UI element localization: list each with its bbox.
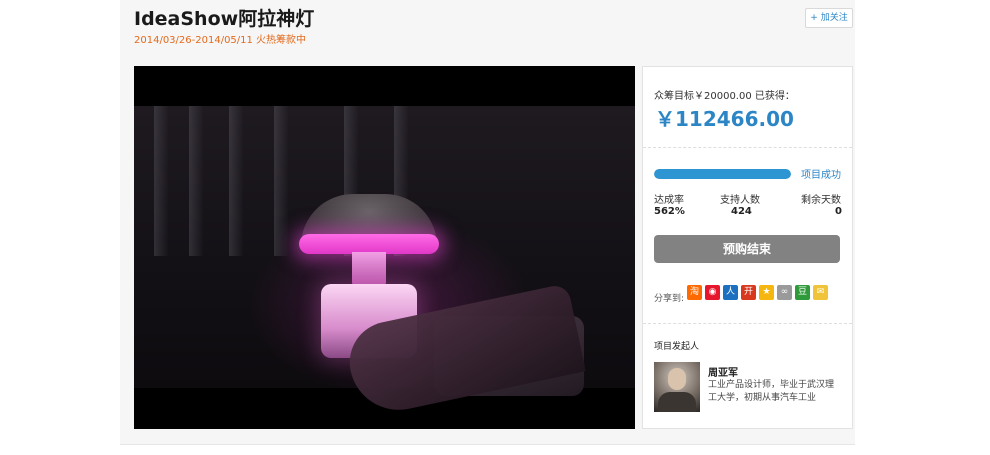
funding-progress-bar bbox=[654, 169, 791, 179]
project-video[interactable] bbox=[134, 66, 635, 429]
stat-label-rate: 达成率 bbox=[654, 195, 684, 206]
funding-progress-fill bbox=[654, 169, 791, 179]
creator-section-title: 项目发起人 bbox=[654, 342, 700, 352]
link-icon[interactable]: ∞ bbox=[777, 285, 792, 300]
taobao-icon[interactable]: 淘 bbox=[687, 285, 702, 300]
project-dates-status: 2014/03/26-2014/05/11 火热筹款中 bbox=[134, 35, 307, 46]
weibo-icon[interactable]: ◉ bbox=[705, 285, 720, 300]
funding-goal: 众筹目标￥20000.00 已获得： bbox=[654, 91, 795, 102]
renren-icon[interactable]: 人 bbox=[723, 285, 738, 300]
stat-value-rate: 562% bbox=[654, 206, 685, 217]
stat-value-days-left: 0 bbox=[835, 206, 842, 217]
share-label: 分享到: bbox=[654, 294, 685, 304]
curtain-stripe bbox=[274, 106, 288, 256]
project-status: 项目成功 bbox=[801, 170, 841, 181]
curtain-stripe bbox=[154, 106, 168, 256]
divider bbox=[120, 444, 855, 445]
funding-panel: 众筹目标￥20000.00 已获得： ￥112466.00 项目成功 达成率 5… bbox=[642, 66, 853, 429]
section-divider bbox=[643, 323, 852, 324]
curtain-stripe bbox=[189, 106, 203, 256]
creator-bio: 工业产品设计师，毕业于武汉理工大学，初期从事汽车工业 bbox=[708, 380, 835, 403]
lamp-glow bbox=[299, 234, 439, 254]
email-icon[interactable]: ✉ bbox=[813, 285, 828, 300]
follow-button[interactable]: + 加关注 bbox=[805, 8, 853, 28]
avatar-body bbox=[658, 392, 696, 412]
project-title: IdeaShow阿拉神灯 bbox=[134, 8, 315, 30]
stat-value-backers: 424 bbox=[731, 206, 752, 217]
creator-name[interactable]: 周亚军 bbox=[708, 364, 738, 379]
lamp-stem bbox=[352, 252, 386, 288]
video-frame bbox=[134, 106, 635, 419]
stat-label-backers: 支持人数 bbox=[720, 195, 760, 206]
preorder-ended-button[interactable]: 预购结束 bbox=[654, 235, 840, 263]
creator-avatar[interactable] bbox=[654, 362, 700, 412]
section-divider bbox=[643, 147, 852, 148]
kaixin-icon[interactable]: 开 bbox=[741, 285, 756, 300]
curtain-stripe bbox=[229, 106, 243, 256]
amount-raised: ￥112466.00 bbox=[655, 107, 794, 131]
avatar-head bbox=[668, 368, 686, 390]
douban-icon[interactable]: 豆 bbox=[795, 285, 810, 300]
stat-label-days-left: 剩余天数 bbox=[801, 195, 841, 206]
qzone-icon[interactable]: ★ bbox=[759, 285, 774, 300]
